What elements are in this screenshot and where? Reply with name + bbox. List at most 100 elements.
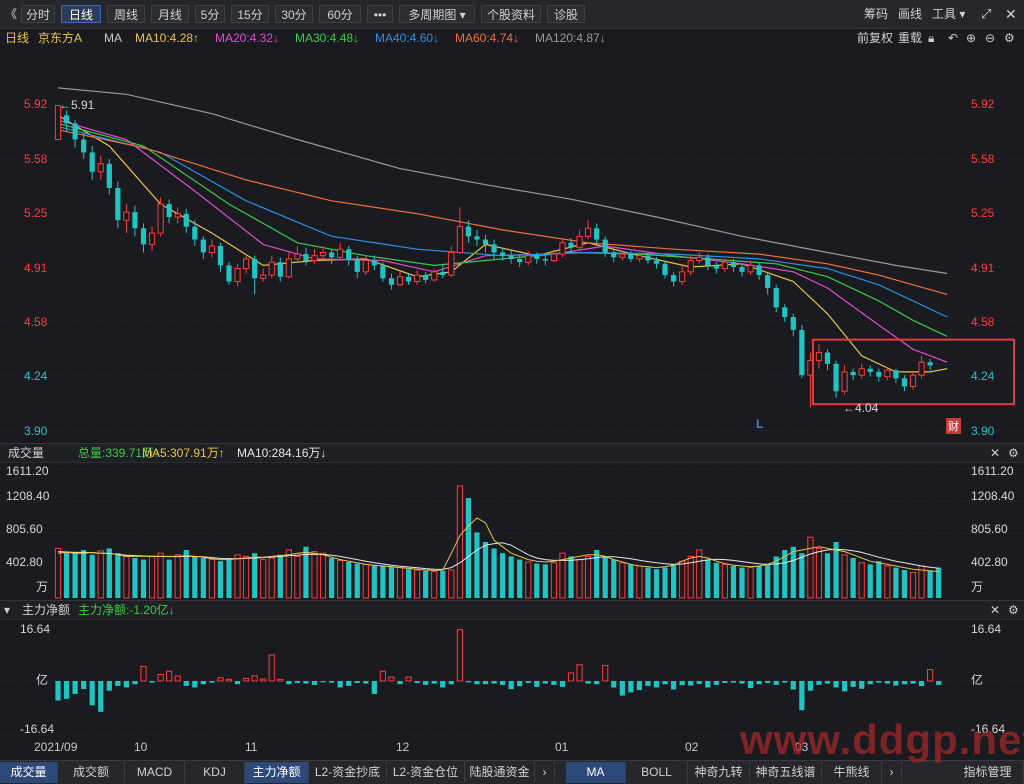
candle-body (508, 255, 514, 259)
price-tick-left: 5.58 (24, 152, 48, 166)
price-chart[interactable] (0, 48, 1024, 438)
volume-bar (354, 563, 360, 598)
ma-indicator-name[interactable]: MA (104, 28, 122, 48)
tools-dropdown[interactable]: 工具 ▾ (932, 5, 965, 23)
tab-30min[interactable]: 30分 (275, 5, 313, 23)
candle-body (602, 239, 608, 253)
candle (208, 239, 216, 258)
net-flow-bar (89, 681, 95, 706)
watermark: www.ddgp.net (740, 716, 1024, 763)
tab-intraday[interactable]: 分时 (21, 5, 55, 23)
multi-period-dropdown[interactable]: 多周期图 ▾ (399, 5, 475, 23)
chips-button[interactable]: 筹码 (864, 5, 888, 23)
candle-body (362, 260, 369, 273)
tab-ma[interactable]: MA (566, 762, 626, 783)
zoom-in-icon[interactable]: ⊕ (966, 28, 976, 48)
lock-icon[interactable]: 🔒︎ (928, 28, 934, 48)
candle (542, 254, 548, 266)
net-flow-bar (602, 664, 609, 682)
net-flow-bar (782, 681, 788, 683)
candle-body (568, 242, 574, 248)
scroll-right-icon[interactable]: › (535, 762, 555, 783)
volume-bar (140, 559, 147, 598)
expand-icon[interactable]: ⤢ (981, 5, 991, 23)
indicator-settings-icon[interactable]: ⚙ (1008, 444, 1019, 462)
candle (448, 246, 455, 277)
collapse-panel-icon[interactable]: ▾ (4, 601, 10, 619)
price-tick-right: 5.92 (971, 97, 995, 111)
close-icon[interactable]: ✕ (1005, 5, 1017, 23)
stock-name[interactable]: 京东方A (38, 28, 82, 48)
event-badge-l[interactable]: L (756, 417, 763, 431)
net-flow-bar (115, 681, 121, 686)
indicator-manage-button[interactable]: 指标管理 (952, 762, 1024, 783)
forward-adjust-button[interactable]: 前复权 (857, 28, 893, 48)
volume-bar (285, 549, 292, 599)
net-flow-bar (149, 681, 155, 683)
tab-kdj[interactable]: KDJ (185, 762, 245, 783)
candle-body (294, 253, 301, 260)
tab-60min[interactable]: 60分 (319, 5, 361, 23)
candle-body (97, 163, 104, 173)
tab-magic-nine[interactable]: 神奇九转 (688, 762, 750, 783)
flow-title[interactable]: 主力净额 (22, 601, 70, 619)
candle (72, 120, 78, 148)
reload-button[interactable]: 重载 (898, 28, 922, 48)
candle (474, 229, 480, 247)
tab-main-net-flow[interactable]: 主力净额 (245, 762, 309, 783)
financial-report-badge[interactable]: 财 (946, 418, 961, 434)
volume-bar (319, 552, 327, 599)
net-flow-bar (251, 675, 258, 682)
undo-icon[interactable]: ↶ (948, 28, 958, 48)
draw-line-button[interactable]: 画线 (898, 5, 922, 23)
collapse-left-icon[interactable]: 《 (5, 5, 17, 23)
net-flow-bar (286, 681, 292, 685)
volume-chart[interactable] (0, 462, 1024, 600)
tab-l2-bottom-fishing[interactable]: L2-资金抄底 (309, 762, 387, 783)
net-flow-bar (859, 681, 865, 689)
scroll-right-icon[interactable]: › (882, 762, 902, 783)
tab-turnover[interactable]: 成交额 (58, 762, 125, 783)
indicator-settings-icon[interactable]: ⚙ (1008, 601, 1019, 619)
tab-15min[interactable]: 15分 (231, 5, 269, 23)
tab-5min[interactable]: 5分 (195, 5, 225, 23)
candle-body (876, 371, 882, 377)
candle-body (815, 352, 823, 362)
net-flow-bar (55, 681, 61, 701)
candle-body (517, 258, 523, 263)
close-indicator-icon[interactable]: ✕ (990, 601, 1000, 619)
net-flow-bar (294, 681, 300, 683)
tab-bull-bear-line[interactable]: 牛熊线 (822, 762, 882, 783)
volume-bar (611, 559, 617, 598)
tab-monthly[interactable]: 月线 (151, 5, 189, 23)
candle (876, 368, 882, 382)
tab-northbound-flow[interactable]: 陆股通资金 (465, 762, 535, 783)
tab-weekly[interactable]: 周线 (107, 5, 145, 23)
diagnose-button[interactable]: 诊股 (547, 5, 585, 23)
net-flow-bar (346, 681, 352, 686)
stock-profile-button[interactable]: 个股资料 (481, 5, 541, 23)
tab-volume[interactable]: 成交量 (0, 762, 58, 783)
settings-icon[interactable]: ⚙ (1004, 28, 1015, 48)
tab-l2-fund-position[interactable]: L2-资金仓位 (387, 762, 465, 783)
net-flow-bar (440, 681, 446, 688)
tab-magic-five-lines[interactable]: 神奇五线谱 (750, 762, 822, 783)
candle-body (226, 265, 232, 282)
tab-daily[interactable]: 日线 (61, 5, 101, 23)
more-periods-button[interactable]: ••• (367, 5, 393, 23)
candle-body (405, 276, 412, 282)
tab-boll[interactable]: BOLL (626, 762, 688, 783)
net-flow-bar (397, 681, 403, 685)
volume-title[interactable]: 成交量 (8, 444, 44, 462)
candle (662, 260, 668, 279)
net-flow-bar (303, 681, 309, 684)
close-indicator-icon[interactable]: ✕ (990, 444, 1000, 462)
zoom-out-icon[interactable]: ⊖ (985, 28, 995, 48)
volume-tick-left: 1611.20 (6, 464, 49, 478)
candle-body (311, 255, 318, 262)
candle-body (884, 369, 891, 378)
net-flow-bar (619, 681, 625, 696)
net-flow-bar (140, 665, 147, 682)
candle-body (628, 254, 634, 259)
tab-macd[interactable]: MACD (125, 762, 185, 783)
